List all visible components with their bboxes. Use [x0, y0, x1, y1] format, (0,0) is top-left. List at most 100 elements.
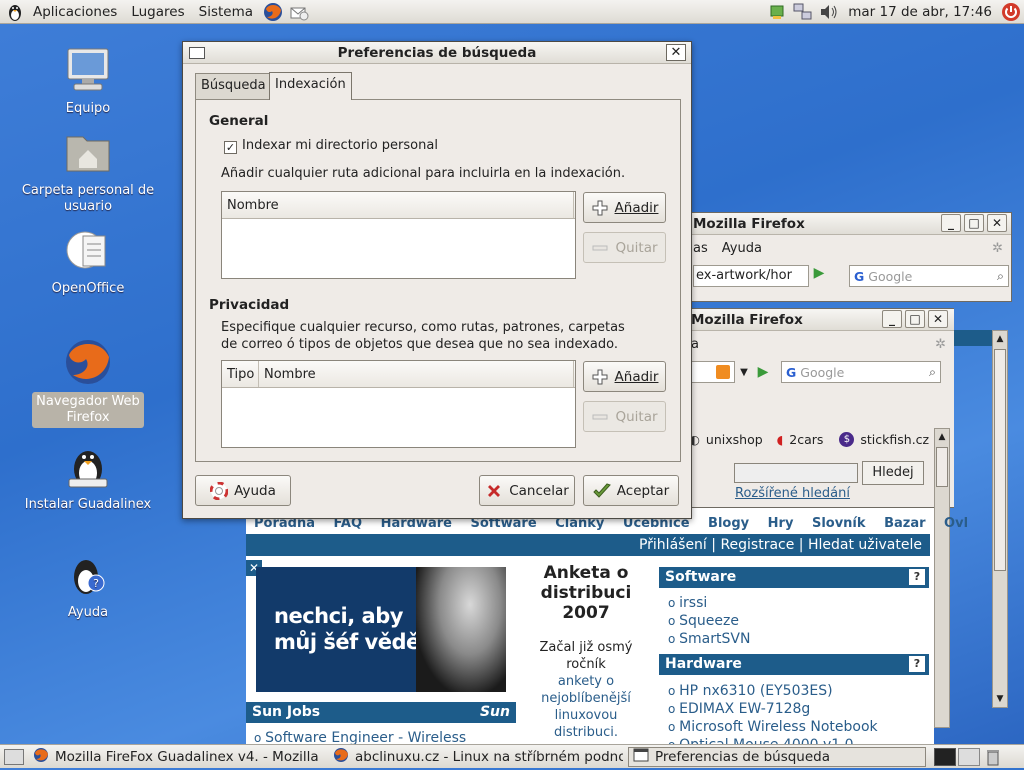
desktop-icon-ayuda[interactable]: ? Ayuda	[18, 548, 158, 622]
paths-list[interactable]: Nombre	[221, 191, 576, 279]
update-notifier-icon[interactable]	[767, 2, 787, 22]
search-icon[interactable]: ⌕	[997, 268, 1008, 284]
distro-logo-icon[interactable]	[4, 1, 26, 23]
scroll-thumb[interactable]	[994, 349, 1006, 571]
menu-fragment[interactable]: as	[693, 241, 708, 256]
search-box[interactable]: G Google ⌕	[781, 361, 941, 383]
add-privacy-button[interactable]: Añadir	[583, 361, 666, 392]
banner-ad[interactable]: nechci, aby můj šéf věděl,	[256, 567, 506, 692]
nav-link[interactable]: Ovl	[944, 516, 968, 531]
index-home-checkbox[interactable]: ✓	[224, 141, 237, 154]
url-bar[interactable]	[691, 361, 735, 383]
window-menu-icon[interactable]	[189, 47, 205, 59]
bookmark-stickfish[interactable]: stickfish.cz	[860, 432, 929, 447]
menu-sistema[interactable]: Sistema	[192, 0, 260, 24]
list-item[interactable]: EDIMAX EW-7128g	[668, 700, 878, 718]
window-title[interactable]: Mozilla Firefox _ □ ✕	[687, 309, 954, 331]
search-preferences-dialog[interactable]: Preferencias de búsqueda ✕ Búsqueda Inde…	[182, 41, 692, 519]
help-box[interactable]: ?	[909, 656, 925, 672]
column-nombre[interactable]: Nombre	[259, 361, 574, 387]
scrollbar-vertical-front[interactable]: ▲	[934, 428, 950, 728]
network-icon[interactable]	[793, 2, 813, 22]
volume-icon[interactable]	[819, 2, 839, 22]
remove-path-button[interactable]: Quitar	[583, 232, 666, 263]
minus-icon	[591, 239, 609, 257]
taskbar-item-preferencias[interactable]: Preferencias de búsqueda	[628, 746, 926, 767]
search-icon[interactable]: ⌕	[929, 364, 940, 380]
installer-penguin-icon	[62, 440, 114, 492]
bookmark-unixshop[interactable]: unixshop	[706, 432, 763, 447]
mail-launcher-icon[interactable]	[289, 2, 309, 22]
taskbar-item-abclinuxu[interactable]: abclinuxu.cz - Linux na stříbrném podno.…	[328, 747, 624, 767]
desktop-icon-instalar[interactable]: Instalar Guadalinex	[18, 440, 158, 514]
remove-privacy-button[interactable]: Quitar	[583, 401, 666, 432]
clock[interactable]: mar 17 de abr, 17:46	[848, 4, 992, 20]
advanced-search-link[interactable]: Rozšířené hledání	[735, 486, 850, 501]
close-button[interactable]: ✕	[928, 310, 948, 328]
accept-button[interactable]: Aceptar	[583, 475, 679, 506]
workspace-switcher[interactable]	[934, 747, 980, 766]
go-icon[interactable]: ▶	[753, 364, 773, 380]
window-title[interactable]: Mozilla Firefox _ □ ✕	[689, 213, 1011, 235]
maximize-button[interactable]: □	[964, 214, 984, 232]
anketa-link[interactable]: ankety o nejoblíbenější linuxovou distri…	[536, 673, 636, 741]
scroll-up-icon[interactable]: ▲	[935, 429, 949, 445]
menu-lugares[interactable]: Lugares	[124, 0, 191, 24]
list-item[interactable]: SmartSVN	[668, 630, 750, 648]
add-path-button[interactable]: Añadir	[583, 192, 666, 223]
maximize-button[interactable]: □	[905, 310, 925, 328]
list-item[interactable]: Optical Mouse 4000 v1.0	[668, 736, 878, 744]
dialog-titlebar[interactable]: Preferencias de búsqueda ✕	[183, 42, 691, 64]
scroll-down-icon[interactable]: ▼	[993, 691, 1007, 707]
help-button[interactable]: Ayuda	[195, 475, 291, 506]
list-item[interactable]: Squeeze	[668, 612, 750, 630]
trash-icon[interactable]	[986, 748, 1000, 766]
tab-indexacion[interactable]: Indexación	[269, 72, 352, 100]
list-item[interactable]: HP nx6310 (EY503ES)	[668, 682, 878, 700]
desktop-icon-equipo[interactable]: Equipo	[18, 44, 158, 118]
scroll-thumb[interactable]	[936, 447, 948, 487]
nav-link[interactable]: Bazar	[884, 516, 925, 531]
nav-link[interactable]: Slovník	[812, 516, 866, 531]
bookmark-2cars[interactable]: 2cars	[789, 432, 823, 447]
url-bar[interactable]: ex-artwork/hor	[693, 265, 809, 287]
menu-ayuda[interactable]: Ayuda	[722, 241, 762, 256]
search-box[interactable]: G Google ⌕	[849, 265, 1009, 287]
list-item[interactable]: irssi	[668, 594, 750, 612]
close-icon[interactable]: ✕	[666, 44, 686, 61]
desktop-icon-openoffice[interactable]: OpenOffice	[18, 224, 158, 298]
firefox-launcher-icon[interactable]	[263, 2, 283, 22]
scroll-up-icon[interactable]: ▲	[993, 331, 1007, 347]
tab-busqueda[interactable]: Búsqueda	[195, 73, 272, 99]
column-tipo[interactable]: Tipo	[222, 361, 259, 387]
taskbar-item-firefox-guadalinex[interactable]: Mozilla FireFox Guadalinex v4. - Mozilla…	[28, 747, 324, 767]
menu-aplicaciones[interactable]: Aplicaciones	[26, 0, 124, 24]
user-bar[interactable]: Přihlášení | Registrace | Hledat uživate…	[246, 534, 930, 556]
index-home-label[interactable]: Indexar mi directorio personal	[242, 138, 438, 153]
nav-link[interactable]: Blogy	[708, 516, 749, 531]
workspace-2[interactable]	[958, 747, 980, 766]
nav-link[interactable]: Hry	[768, 516, 794, 531]
desktop-icon-carpeta[interactable]: Carpeta personal de usuario	[18, 126, 158, 216]
firefox-window-back[interactable]: Mozilla Firefox _ □ ✕ as Ayuda ✲ ex-artw…	[688, 212, 1012, 302]
rss-icon[interactable]	[716, 365, 730, 379]
minimize-button[interactable]: _	[882, 310, 902, 328]
list-item[interactable]: Microsoft Wireless Notebook	[668, 718, 877, 736]
privacy-list-header: Tipo Nombre	[222, 361, 575, 388]
desktop-icon-firefox[interactable]: Navegador Web Firefox	[18, 336, 158, 428]
close-button[interactable]: ✕	[987, 214, 1007, 232]
scrollbar-vertical[interactable]: ▲ ▼	[992, 330, 1008, 708]
url-dropdown-icon[interactable]: ▼	[735, 367, 753, 378]
menu-fragment[interactable]: a	[691, 337, 699, 352]
web-search-button[interactable]: Hledej	[862, 461, 924, 485]
go-icon[interactable]: ▶	[809, 265, 829, 287]
cancel-button[interactable]: Cancelar	[479, 475, 575, 506]
workspace-1[interactable]	[934, 747, 956, 766]
show-desktop-icon[interactable]	[4, 748, 24, 765]
web-search-input[interactable]	[734, 463, 858, 483]
privacy-list[interactable]: Tipo Nombre	[221, 360, 576, 448]
help-box[interactable]: ?	[909, 569, 925, 585]
shutdown-icon[interactable]	[1001, 2, 1021, 22]
minimize-button[interactable]: _	[941, 214, 961, 232]
column-nombre[interactable]: Nombre	[222, 192, 574, 218]
